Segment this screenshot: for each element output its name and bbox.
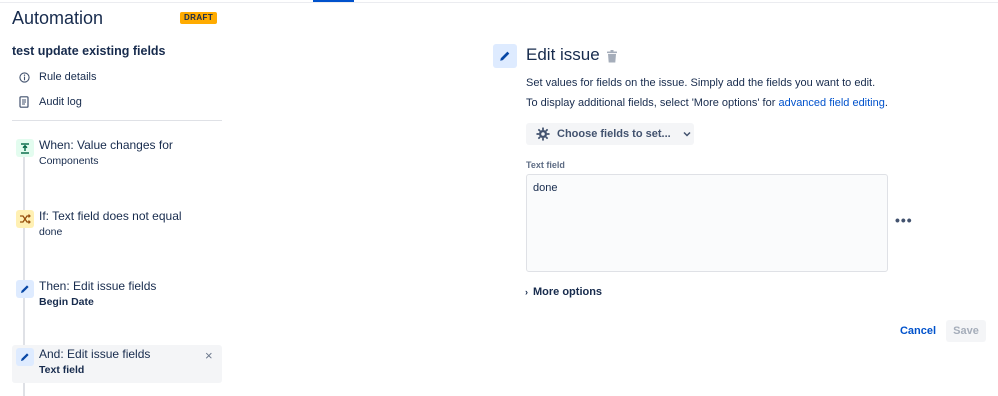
editor-title: Edit issue: [526, 45, 600, 64]
nav-rule-details[interactable]: Rule details: [18, 68, 96, 86]
document-icon: [18, 96, 30, 108]
info-icon: [18, 71, 30, 83]
text-field-input[interactable]: done: [526, 174, 888, 272]
more-options-toggle[interactable]: › More options: [525, 286, 602, 298]
step-condition[interactable]: If: Text field does not equal done: [12, 207, 222, 245]
step-subtitle: Components: [39, 155, 99, 167]
nav-label: Rule details: [39, 71, 97, 83]
step-subtitle: done: [39, 226, 63, 238]
page-title: Automation: [12, 8, 104, 28]
top-border: [0, 2, 998, 3]
step-title: When: Value changes for: [39, 138, 173, 152]
step-subtitle: Text field: [39, 364, 85, 376]
pencil-icon: [493, 44, 517, 68]
nav-label: Audit log: [39, 96, 82, 108]
gear-icon: [536, 127, 550, 141]
text-field-label: Text field: [526, 160, 565, 170]
chevron-down-icon: [683, 131, 691, 137]
rule-name: test update existing fields: [12, 44, 166, 58]
trigger-icon: [16, 139, 34, 157]
save-button[interactable]: Save: [946, 320, 986, 342]
step-action-begin-date[interactable]: Then: Edit issue fields Begin Date: [12, 277, 222, 315]
advanced-field-editing-link[interactable]: advanced field editing: [778, 97, 884, 109]
step-title: Then: Edit issue fields: [39, 279, 157, 293]
editor-description-advanced: To display additional fields, select 'Mo…: [526, 97, 888, 109]
step-subtitle: Begin Date: [39, 296, 94, 308]
trash-icon[interactable]: [606, 50, 618, 63]
step-title: If: Text field does not equal: [39, 209, 182, 223]
nav-audit-log[interactable]: Audit log: [18, 93, 82, 111]
step-title: And: Edit issue fields: [39, 347, 151, 361]
close-icon[interactable]: ×: [205, 349, 213, 362]
choose-fields-label: Choose fields to set...: [557, 128, 671, 140]
pencil-icon: [16, 348, 34, 366]
more-options-label: More options: [533, 286, 603, 298]
status-badge: DRAFT: [180, 12, 218, 24]
shuffle-icon: [16, 210, 34, 228]
cancel-button[interactable]: Cancel: [896, 320, 940, 342]
divider: [12, 120, 222, 121]
choose-fields-dropdown[interactable]: Choose fields to set...: [526, 123, 694, 145]
more-actions-icon[interactable]: •••: [895, 212, 913, 228]
editor-description: Set values for fields on the issue. Simp…: [526, 77, 876, 89]
step-trigger[interactable]: When: Value changes for Components: [12, 136, 222, 174]
step-action-text-field[interactable]: And: Edit issue fields Text field ×: [12, 345, 222, 383]
chevron-right-icon: ›: [525, 287, 528, 297]
pencil-icon: [16, 280, 34, 298]
